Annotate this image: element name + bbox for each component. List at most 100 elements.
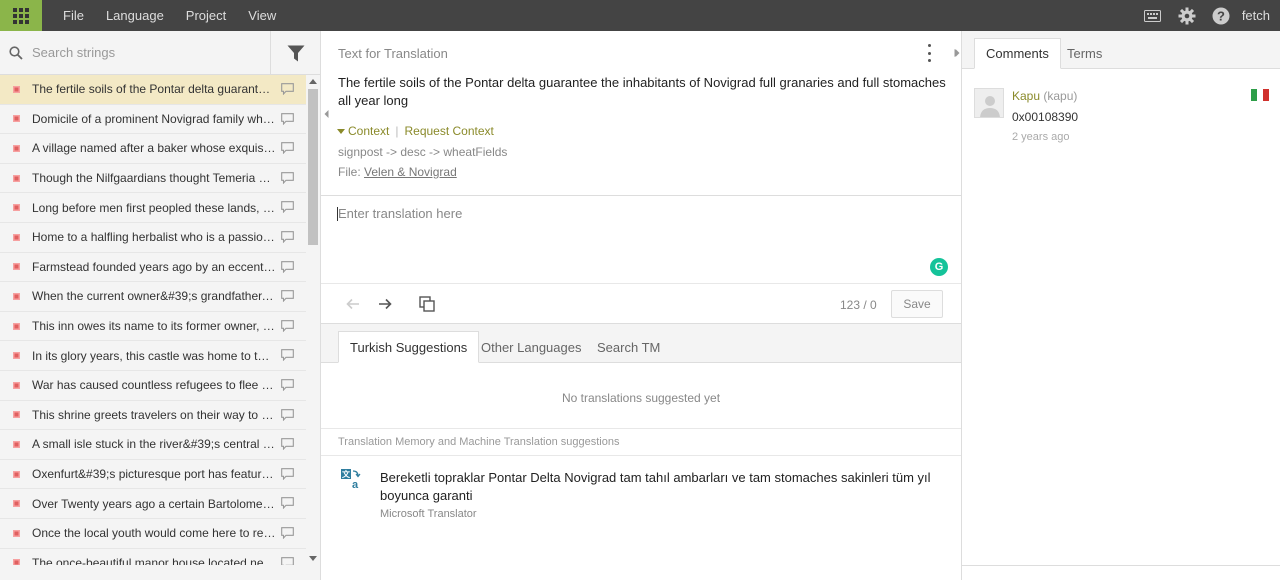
comment-author-handle: (kapu) bbox=[1043, 89, 1078, 103]
context-toggle[interactable]: Context bbox=[348, 124, 389, 138]
scroll-down-arrow[interactable] bbox=[309, 556, 317, 561]
filter-button[interactable] bbox=[270, 31, 321, 75]
source-header: Text for Translation bbox=[338, 45, 448, 61]
machine-translation-suggestion[interactable]: Bereketli topraklar Pontar Delta Novigra… bbox=[380, 469, 940, 505]
italian-flag-icon bbox=[1251, 89, 1269, 101]
context-line: Context | Request Context bbox=[337, 124, 494, 138]
next-string-button[interactable] bbox=[375, 294, 395, 314]
string-row-text: War has caused countless refugees to fle… bbox=[32, 378, 276, 393]
string-row-text: Oxenfurt&#39;s picturesque port has feat… bbox=[32, 467, 276, 482]
collapse-right-panel-button[interactable] bbox=[952, 31, 962, 75]
user-placeholder-icon bbox=[980, 96, 1000, 117]
string-row[interactable]: Home to a halfling herbalist who is a pa… bbox=[0, 223, 306, 253]
arrow-right-icon bbox=[379, 298, 392, 310]
comment-icon[interactable] bbox=[281, 231, 294, 246]
comment-icon[interactable] bbox=[281, 112, 294, 128]
string-row-text: Though the Nilfgaardians thought Temeria… bbox=[32, 171, 276, 186]
string-list: The fertile soils of the Pontar delta gu… bbox=[0, 75, 306, 565]
request-context-link[interactable]: Request Context bbox=[404, 124, 493, 138]
user-menu[interactable]: fetch bbox=[1238, 8, 1280, 23]
tab-other-languages[interactable]: Other Languages bbox=[470, 331, 592, 363]
comment-icon[interactable] bbox=[281, 379, 294, 394]
comment-icon[interactable] bbox=[281, 556, 294, 565]
arrow-left-icon bbox=[346, 298, 359, 310]
comment-icon[interactable] bbox=[281, 497, 294, 512]
text-cursor bbox=[337, 207, 338, 221]
string-row[interactable]: Domicile of a prominent Novigrad family … bbox=[0, 105, 306, 135]
string-row[interactable]: A small isle stuck in the river&#39;s ce… bbox=[0, 430, 306, 460]
string-row[interactable]: Oxenfurt&#39;s picturesque port has feat… bbox=[0, 460, 306, 490]
comment-icon[interactable] bbox=[281, 260, 294, 276]
top-bar: File Language Project View ? fetch bbox=[0, 0, 1280, 31]
comment-icon[interactable] bbox=[281, 319, 294, 335]
tab-turkish-suggestions[interactable]: Turkish Suggestions bbox=[338, 331, 480, 363]
previous-string-button[interactable] bbox=[343, 294, 363, 314]
comment-icon[interactable] bbox=[281, 438, 294, 453]
comment-author: Kapu (kapu) bbox=[1012, 89, 1077, 103]
chevron-right-icon bbox=[955, 49, 959, 57]
app-grid-button[interactable] bbox=[0, 0, 42, 31]
comment-icon[interactable] bbox=[281, 527, 294, 542]
string-row-text: When the current owner&#39;s grandfather… bbox=[32, 289, 276, 304]
comment-icon[interactable] bbox=[281, 142, 294, 157]
scroll-up-arrow[interactable] bbox=[309, 79, 317, 84]
gear-icon[interactable] bbox=[1170, 7, 1204, 25]
menu-project[interactable]: Project bbox=[175, 8, 237, 23]
search-icon bbox=[0, 45, 32, 60]
untranslated-status-icon bbox=[0, 381, 32, 389]
string-row[interactable]: Farmstead founded years ago by an eccent… bbox=[0, 253, 306, 283]
string-row[interactable]: Long before men first peopled these land… bbox=[0, 193, 306, 223]
comment-icon[interactable] bbox=[281, 290, 294, 305]
untranslated-status-icon bbox=[0, 144, 32, 152]
chevron-left-icon bbox=[324, 109, 328, 118]
menu-file[interactable]: File bbox=[52, 8, 95, 23]
scroll-thumb[interactable] bbox=[308, 89, 318, 245]
comment-icon[interactable] bbox=[281, 171, 294, 187]
collapse-left-button[interactable] bbox=[321, 31, 331, 196]
translation-input[interactable] bbox=[338, 206, 938, 221]
string-row[interactable]: The fertile soils of the Pontar delta gu… bbox=[0, 75, 306, 105]
tab-search-tm[interactable]: Search TM bbox=[586, 331, 671, 363]
grammarly-icon[interactable]: G bbox=[930, 258, 948, 276]
copy-source-button[interactable] bbox=[417, 294, 437, 314]
string-row[interactable]: In its glory years, this castle was home… bbox=[0, 341, 306, 371]
untranslated-status-icon bbox=[0, 500, 32, 508]
save-button[interactable]: Save bbox=[891, 290, 943, 318]
comment-icon[interactable] bbox=[281, 467, 294, 483]
untranslated-status-icon bbox=[0, 204, 32, 212]
string-row[interactable]: Though the Nilfgaardians thought Temeria… bbox=[0, 164, 306, 194]
search-input[interactable] bbox=[32, 45, 267, 60]
copy-icon bbox=[419, 296, 435, 312]
untranslated-status-icon bbox=[0, 529, 32, 537]
grid-icon bbox=[13, 7, 29, 24]
tab-terms[interactable]: Terms bbox=[1056, 38, 1113, 69]
file-link[interactable]: Velen & Novigrad bbox=[364, 165, 457, 179]
menu-language[interactable]: Language bbox=[95, 8, 175, 23]
string-row[interactable]: This inn owes its name to its former own… bbox=[0, 312, 306, 342]
file-label: File: bbox=[338, 165, 361, 179]
string-row-text: Farmstead founded years ago by an eccent… bbox=[32, 259, 276, 274]
string-row[interactable]: Once the local youth would come here to … bbox=[0, 519, 306, 549]
string-row[interactable]: This shrine greets travelers on their wa… bbox=[0, 401, 306, 431]
string-row[interactable]: War has caused countless refugees to fle… bbox=[0, 371, 306, 401]
string-row[interactable]: Over Twenty years ago a certain Bartolom… bbox=[0, 489, 306, 519]
comment-icon[interactable] bbox=[281, 408, 294, 424]
list-scrollbar[interactable] bbox=[306, 75, 320, 565]
string-row-text: This inn owes its name to its former own… bbox=[32, 319, 276, 334]
menu-view[interactable]: View bbox=[237, 8, 287, 23]
context-separator: | bbox=[395, 124, 399, 138]
string-row[interactable]: A village named after a baker whose exqu… bbox=[0, 134, 306, 164]
comment-icon[interactable] bbox=[281, 201, 294, 216]
search-bar bbox=[0, 31, 320, 75]
avatar bbox=[974, 88, 1004, 118]
keyboard-icon[interactable] bbox=[1136, 9, 1170, 22]
comment-icon[interactable] bbox=[281, 83, 294, 98]
comment-icon[interactable] bbox=[281, 349, 294, 364]
help-icon[interactable]: ? bbox=[1204, 7, 1238, 25]
string-row[interactable]: The once-beautiful manor house located n… bbox=[0, 549, 306, 565]
comment-author-name[interactable]: Kapu bbox=[1012, 89, 1040, 103]
string-row[interactable]: When the current owner&#39;s grandfather… bbox=[0, 282, 306, 312]
strings-panel: The fertile soils of the Pontar delta gu… bbox=[0, 31, 321, 580]
more-options-icon[interactable] bbox=[921, 44, 937, 62]
tab-comments[interactable]: Comments bbox=[974, 38, 1061, 69]
